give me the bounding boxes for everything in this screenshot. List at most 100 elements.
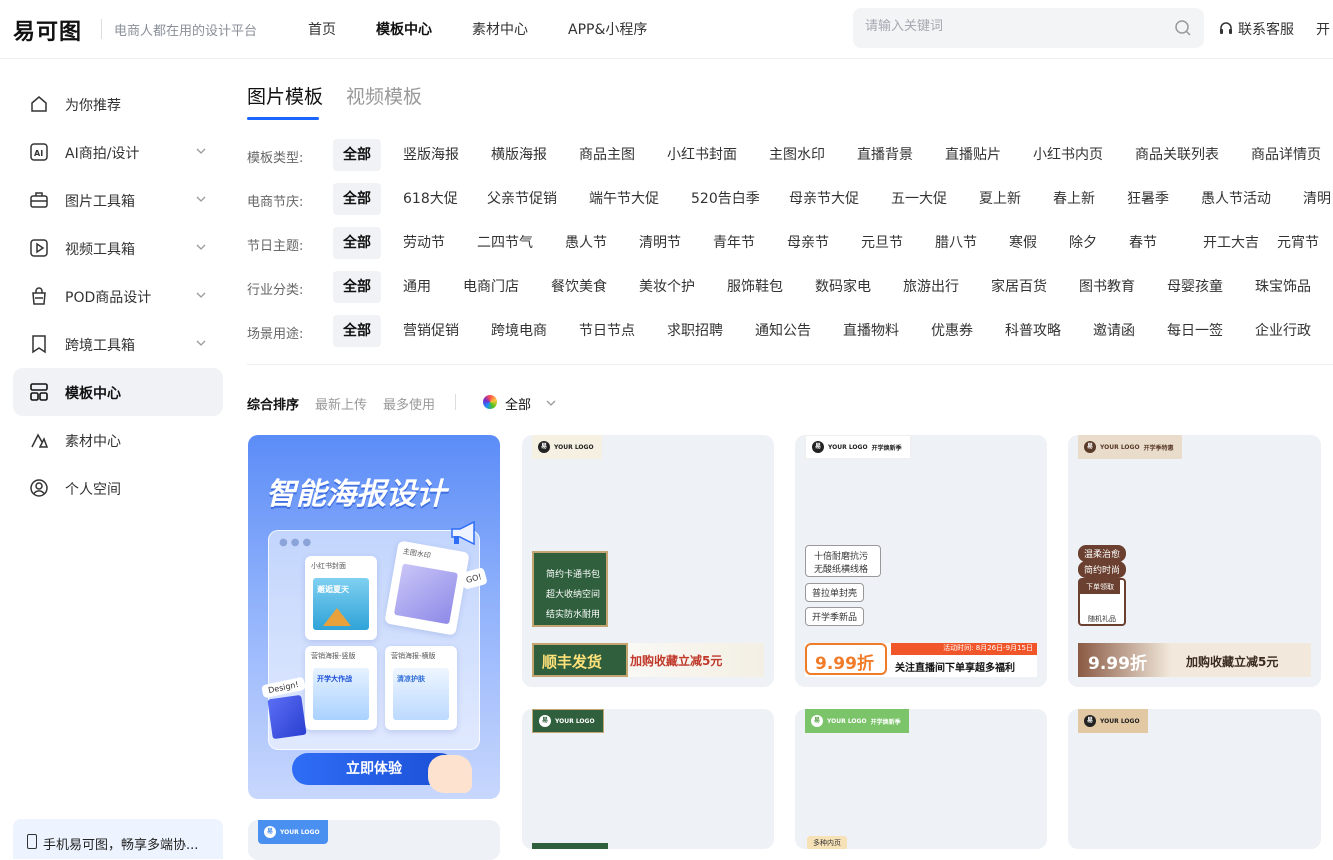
sidebar-item-ai[interactable]: AI AI商拍/设计 [13,128,223,176]
filter-chip[interactable]: 全部 [333,183,381,215]
open-link[interactable]: 开 [1316,19,1330,39]
filter-chip[interactable]: 狂暑季 [1117,183,1179,215]
filter-chip[interactable]: 二四节气 [467,227,543,259]
smart-poster-promo-card[interactable]: 智能海报设计 ●●● 小红书封面 邂逅夏天 主图水印 营销海报-竖版 开学大作战… [248,435,500,799]
sort-newest[interactable]: 最新上传 [315,394,367,413]
sidebar-item-personal[interactable]: 个人空间 [13,464,223,512]
chevron-down-icon[interactable] [545,397,557,409]
filter-chip[interactable]: 邀请函 [1083,315,1145,347]
nav-home[interactable]: 首页 [308,19,336,39]
filter-chip[interactable]: 春上新 [1043,183,1105,215]
filter-chip[interactable]: 母亲节 [777,227,839,259]
filter-chip[interactable]: 优惠券 [921,315,983,347]
filter-chip[interactable]: 通用 [393,271,441,303]
color-wheel-icon[interactable] [483,395,497,409]
filter-chip[interactable]: 元宵节 [1267,227,1329,259]
filter-chip[interactable]: 全部 [333,315,381,347]
filter-chip[interactable]: 开工大吉 [1193,227,1269,259]
filter-chip[interactable]: 全部 [333,139,381,171]
nav-materials[interactable]: 素材中心 [472,19,528,39]
filter-chip[interactable]: 主图水印 [759,139,835,171]
filter-chip[interactable]: 跨境电商 [481,315,557,347]
filter-chip[interactable]: 除夕 [1059,227,1107,259]
customer-service-link[interactable]: 联系客服 [1218,19,1294,39]
filter-chip[interactable]: 直播贴片 [935,139,1011,171]
filter-chip[interactable]: 竖版海报 [393,139,469,171]
filter-chip[interactable]: 电商门店 [453,271,529,303]
template-card[interactable]: 易 YOUR LOGO [1068,709,1321,849]
sidebar-item-image-tools[interactable]: 图片工具箱 [13,176,223,224]
filter-chip[interactable]: 寒假 [999,227,1047,259]
filter-chip[interactable]: 餐饮美食 [541,271,617,303]
filter-chip[interactable]: 618大促 [393,183,468,215]
filter-chip[interactable]: 服饰鞋包 [717,271,793,303]
filter-chip[interactable]: 每日一签 [1157,315,1233,347]
filter-chip[interactable]: 数码家电 [805,271,881,303]
nav-app[interactable]: APP&小程序 [568,19,647,39]
filter-chip[interactable]: 腊八节 [925,227,987,259]
template-card[interactable]: 易 YOUR LOGO 简约卡通书包 超大收纳空间 结实防水耐用 顺丰发货 加购… [522,435,774,687]
filter-chip[interactable]: 直播背景 [847,139,923,171]
template-card[interactable]: 易 YOUR LOGO 开学焕新季 十倍耐磨抗污 无酸纸横线格 普拉单封壳 开学… [795,435,1047,687]
sidebar-item-video-tools[interactable]: 视频工具箱 [13,224,223,272]
color-filter-value[interactable]: 全部 [505,394,531,413]
brand-logo[interactable]: 易可图 [13,14,82,46]
nav-templates[interactable]: 模板中心 [376,19,432,39]
filter-chip[interactable]: 小红书内页 [1023,139,1113,171]
filter-chip[interactable]: 元旦节 [851,227,913,259]
mini-card-watermark: 主图水印 [384,540,470,636]
sidebar-item-pod[interactable]: POD商品设计 [13,272,223,320]
filter-chip[interactable]: 父亲节促销 [477,183,567,215]
filter-chip[interactable]: 五一大促 [881,183,957,215]
filter-chip[interactable]: 愚人节 [555,227,617,259]
sidebar-item-crossborder[interactable]: 跨境工具箱 [13,320,223,368]
filter-chip[interactable]: 科普攻略 [995,315,1071,347]
filter-chip[interactable]: 节日节点 [569,315,645,347]
filter-chip[interactable]: 求职招聘 [657,315,733,347]
toolbox-icon [30,192,48,208]
tab-image-templates[interactable]: 图片模板 [247,82,323,109]
filter-chip[interactable]: 企业行政 [1245,315,1321,347]
filter-chip[interactable]: 商品关联列表 [1125,139,1229,171]
filter-chip[interactable]: 小红书封面 [657,139,747,171]
filter-chip[interactable]: 劳动节 [393,227,455,259]
mini-card-image: 邂逅夏天 [313,578,369,630]
filter-chip[interactable]: 520告白季 [681,183,770,215]
filter-chip[interactable]: 夏上新 [969,183,1031,215]
filter-chip[interactable]: 通知公告 [745,315,821,347]
sidebar-item-recommend[interactable]: 为你推荐 [13,80,223,128]
mini-card-image [393,563,459,625]
sidebar-item-templates[interactable]: 模板中心 [13,368,223,416]
tab-video-templates[interactable]: 视频模板 [346,82,422,109]
filter-chip[interactable]: 愚人节活动 [1191,183,1281,215]
filter-chip[interactable]: 家居百货 [981,271,1057,303]
filter-chip[interactable]: 清明节 [629,227,691,259]
filter-chip[interactable]: 商品详情页 [1241,139,1331,171]
search-input[interactable] [865,19,1155,34]
filter-chip[interactable]: 母亲节大促 [779,183,869,215]
filter-chip[interactable]: 图书教育 [1069,271,1145,303]
sidebar-item-materials[interactable]: 素材中心 [13,416,223,464]
filter-chip[interactable]: 珠宝饰品 [1245,271,1321,303]
template-card[interactable]: 易 YOUR LOGO [248,820,500,860]
mobile-app-promo[interactable]: 手机易可图，畅享多端协... [13,819,223,859]
filter-chip[interactable]: 横版海报 [481,139,557,171]
filter-chip[interactable]: 清明 [1293,183,1333,215]
filter-chip[interactable]: 母婴孩童 [1157,271,1233,303]
filter-chip[interactable]: 青年节 [703,227,765,259]
sort-comprehensive[interactable]: 综合排序 [247,394,299,413]
template-card[interactable]: 易 YOUR LOGO 开学季特惠 温柔治愈 简约时尚 下单领取 随机礼品 9.… [1068,435,1321,687]
filter-chip[interactable]: 旅游出行 [893,271,969,303]
filter-chip[interactable]: 直播物料 [833,315,909,347]
filter-chip[interactable]: 全部 [333,271,381,303]
sort-most-used[interactable]: 最多使用 [383,394,435,413]
filter-chip[interactable]: 全部 [333,227,381,259]
filter-chip[interactable]: 商品主图 [569,139,645,171]
filter-chip[interactable]: 营销促销 [393,315,469,347]
filter-chip[interactable]: 春节 [1119,227,1167,259]
search-icon[interactable] [1174,19,1192,37]
filter-chip[interactable]: 端午节大促 [579,183,669,215]
filter-chip[interactable]: 美妆个护 [629,271,705,303]
template-card[interactable]: 易 YOUR LOGO [522,709,774,849]
template-card[interactable]: 易 YOUR LOGO 开学焕新季 多种内页 [795,709,1047,849]
